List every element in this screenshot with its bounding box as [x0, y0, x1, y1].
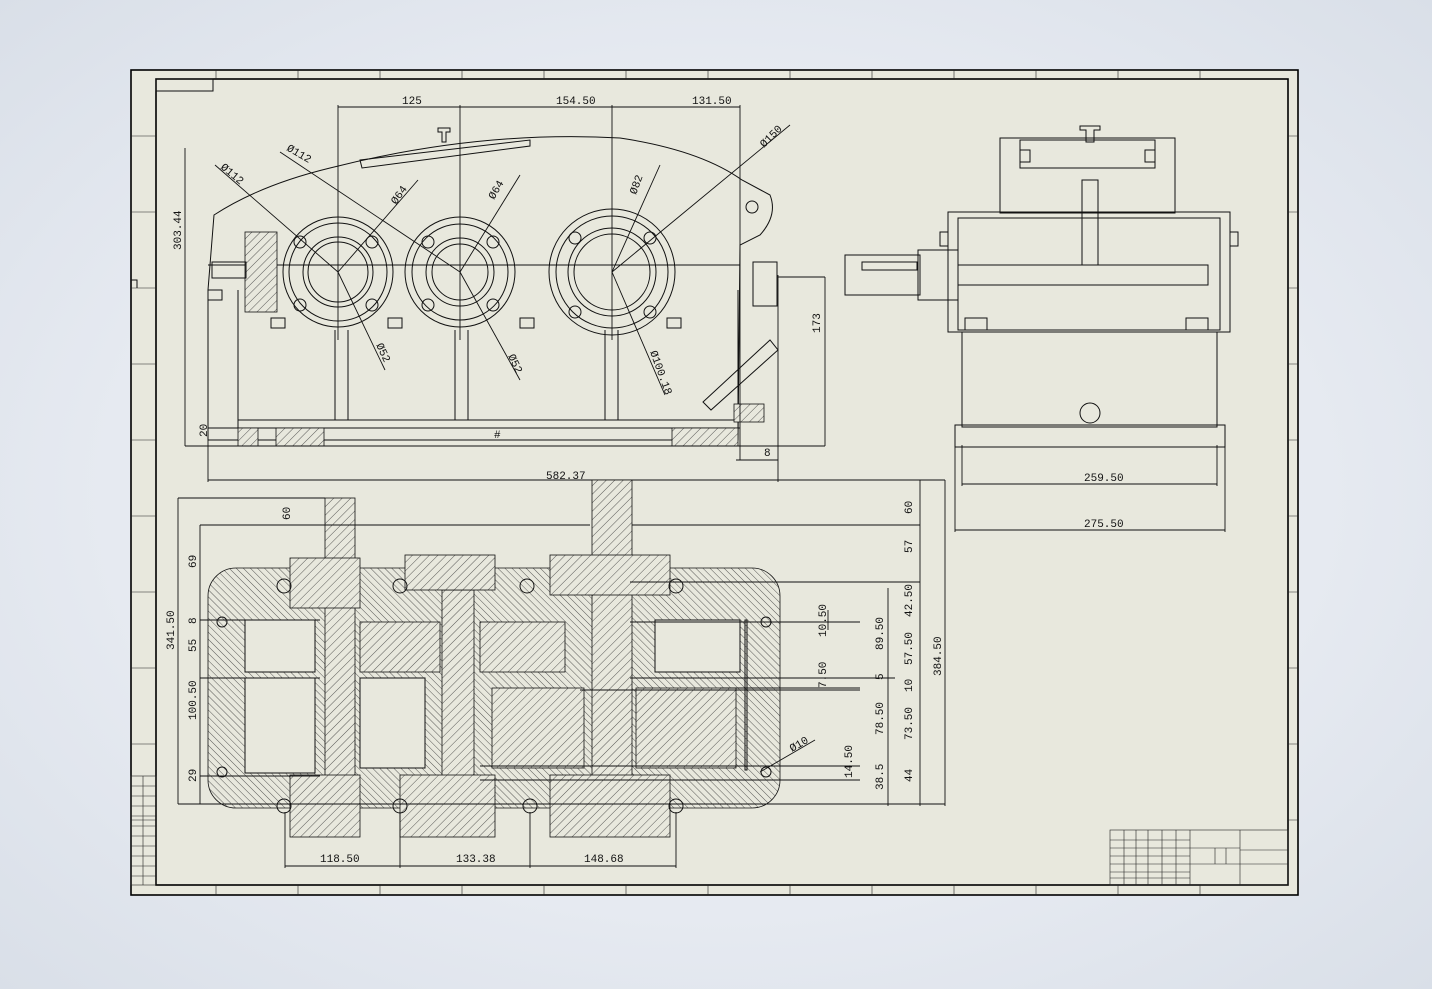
dim-384-50: 384.50 [933, 636, 945, 676]
dim-60-left: 60 [282, 507, 294, 520]
base-foot-right [671, 427, 739, 447]
base-foot-left [237, 427, 259, 447]
dim-118-50: 118.50 [320, 854, 360, 866]
dim-303-44: 303.44 [173, 210, 185, 250]
dim-73-50: 73.50 [904, 707, 916, 740]
dim-20: 20 [199, 424, 211, 437]
dim-10: 10 [904, 679, 916, 692]
dim-7-50: 7.50 [818, 662, 830, 688]
top-cavity-mid [359, 677, 426, 769]
dim-57: 57 [904, 540, 916, 553]
dim-8-top: 8 [188, 617, 200, 624]
dim-44: 44 [904, 768, 916, 782]
dim-154-50: 154.50 [556, 96, 596, 108]
top-middle-shaft [441, 589, 475, 805]
drawing-sheet: 125 154.50 131.50 303.44 173 20 582.37 8… [130, 69, 1299, 896]
dim-38-5: 38.5 [875, 764, 887, 790]
dim-55: 55 [188, 639, 200, 652]
top-gear-4 [635, 687, 737, 769]
dim-10-50: 10.50 [818, 604, 830, 637]
dim-5: 5 [875, 673, 887, 680]
drawing-viewport[interactable]: 125 154.50 131.50 303.44 173 20 582.37 8… [0, 0, 1432, 989]
dim-60-right: 60 [904, 501, 916, 514]
top-cavity-right-upper [654, 619, 741, 673]
dim-8: 8 [764, 448, 771, 460]
dim-89-50: 89.50 [875, 617, 887, 650]
top-cavity-left-lower [244, 677, 316, 774]
top-gear-2 [479, 621, 566, 673]
dim-133-38: 133.38 [456, 854, 496, 866]
top-gear-3 [491, 687, 585, 769]
dim-29: 29 [188, 769, 200, 782]
dim-57-50: 57.50 [904, 632, 916, 665]
dim-275-50: 275.50 [1084, 519, 1124, 531]
dim-582-37: 582.37 [546, 471, 586, 483]
dim-259-50: 259.50 [1084, 473, 1124, 485]
dim-173: 173 [812, 313, 824, 333]
dim-42-50: 42.50 [904, 584, 916, 617]
top-cavity-left-upper [244, 619, 316, 673]
top-gear-1 [359, 621, 441, 673]
dim-100-50: 100.50 [188, 680, 200, 720]
dim-14-50: 14.50 [844, 745, 856, 778]
dim-78-50: 78.50 [875, 702, 887, 735]
dim-125: 125 [402, 96, 422, 108]
dim-69: 69 [188, 555, 200, 568]
dim-131-50: 131.50 [692, 96, 732, 108]
left-flange-section [244, 231, 278, 313]
drain-plug [733, 403, 765, 423]
top-input-shaft [324, 497, 356, 805]
section-mark: # [494, 430, 501, 442]
dim-341-50: 341.50 [166, 610, 178, 650]
base-foot-mid [275, 427, 325, 447]
top-output-shaft [591, 479, 633, 805]
dim-148-68: 148.68 [584, 854, 624, 866]
